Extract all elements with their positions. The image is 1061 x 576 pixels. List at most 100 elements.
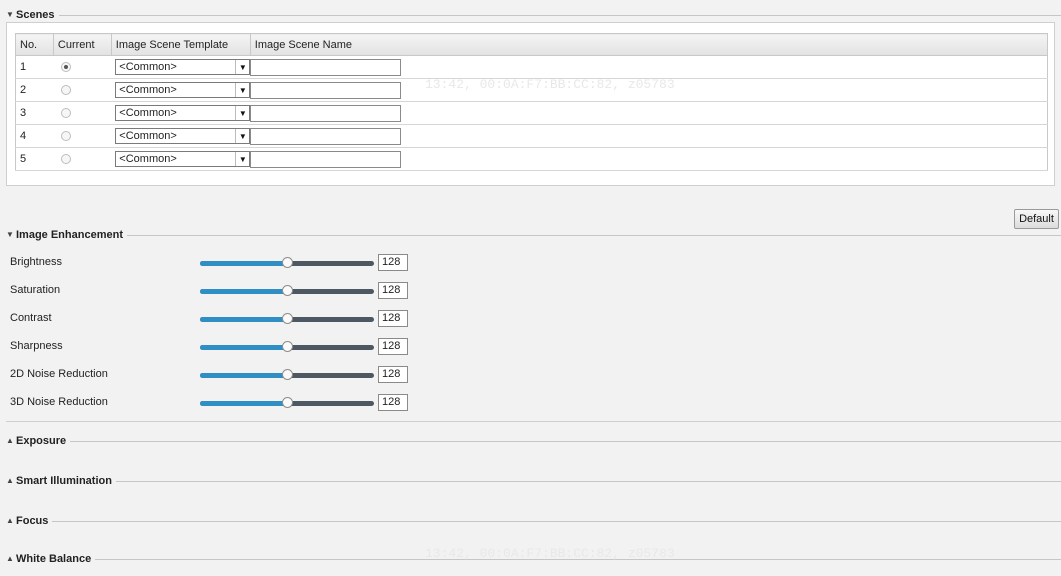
white-balance-title: White Balance: [16, 553, 92, 565]
exposure-title: Exposure: [16, 435, 67, 447]
template-select-value: <Common>: [119, 107, 177, 119]
scene-name-input[interactable]: [250, 81, 402, 99]
slider-thumb[interactable]: [282, 313, 294, 324]
slider-value-input[interactable]: 128: [378, 338, 408, 355]
image-enhancement-header[interactable]: ▼ Image Enhancement: [6, 228, 1061, 242]
slider-track[interactable]: [200, 397, 374, 408]
slider-fill: [200, 373, 288, 378]
template-select[interactable]: <Common> ▼: [115, 128, 251, 144]
template-select[interactable]: <Common> ▼: [115, 82, 251, 98]
slider-row: 2D Noise Reduction 128: [10, 366, 430, 384]
focus-header[interactable]: ▲ Focus: [6, 514, 1061, 528]
template-cell: <Common> ▼: [111, 55, 251, 79]
col-header-no: No.: [15, 33, 54, 56]
col-header-name: Image Scene Name: [249, 33, 1049, 56]
slider-track[interactable]: [200, 341, 374, 352]
row-number: 4: [15, 124, 54, 148]
scenes-panel: No. Current Image Scene Template Image S…: [6, 22, 1055, 186]
header-rule: [70, 440, 1061, 442]
table-row: 4 <Common> ▼: [15, 124, 1049, 148]
slider-fill: [200, 317, 288, 322]
current-radio[interactable]: [61, 85, 72, 96]
scene-name-input[interactable]: [250, 150, 402, 168]
slider-value-input[interactable]: 128: [378, 394, 408, 411]
slider-label: Sharpness: [10, 340, 63, 352]
current-radio[interactable]: [61, 131, 72, 142]
dropdown-arrow-icon[interactable]: ▼: [235, 106, 249, 120]
expand-arrow-icon[interactable]: ▲: [6, 555, 14, 563]
slider-value-input[interactable]: 128: [378, 254, 408, 271]
slider-thumb[interactable]: [282, 285, 294, 296]
template-select-value: <Common>: [119, 61, 177, 73]
focus-title: Focus: [16, 515, 49, 527]
slider-row: Brightness 128: [10, 254, 430, 272]
table-row: 5 <Common> ▼: [15, 147, 1049, 171]
header-rule: [58, 14, 1061, 16]
name-cell: [250, 55, 1049, 79]
expand-arrow-icon[interactable]: ▲: [6, 437, 14, 445]
slider-track[interactable]: [200, 369, 374, 380]
table-row: 1 <Common> ▼: [15, 55, 1049, 79]
slider-thumb[interactable]: [282, 257, 294, 268]
slider-row: 3D Noise Reduction 128: [10, 394, 430, 412]
slider-row: Saturation 128: [10, 282, 430, 300]
template-select-value: <Common>: [119, 84, 177, 96]
collapse-arrow-icon[interactable]: ▼: [6, 231, 14, 239]
slider-label: Saturation: [10, 284, 61, 296]
slider-label: 3D Noise Reduction: [10, 396, 108, 408]
scenes-header[interactable]: ▼ Scenes: [6, 8, 1061, 22]
scene-name-input[interactable]: [250, 58, 402, 76]
section-divider: [6, 421, 1061, 422]
current-radio[interactable]: [61, 154, 72, 165]
slider-thumb[interactable]: [282, 341, 294, 352]
template-select[interactable]: <Common> ▼: [115, 151, 251, 167]
template-cell: <Common> ▼: [111, 78, 251, 102]
expand-arrow-icon[interactable]: ▲: [6, 477, 14, 485]
slider-fill: [200, 261, 288, 266]
watermark-bottom: 13:42, 00:0A:F7:BB:CC:82, z05783: [425, 546, 675, 561]
slider-value-input[interactable]: 128: [378, 366, 408, 383]
slider-track[interactable]: [200, 257, 374, 268]
dropdown-arrow-icon[interactable]: ▼: [235, 60, 249, 74]
scene-name-input[interactable]: [250, 104, 402, 122]
collapse-arrow-icon[interactable]: ▼: [6, 11, 14, 19]
scene-name-input[interactable]: [250, 127, 402, 145]
table-header-row: No. Current Image Scene Template Image S…: [15, 33, 1049, 56]
name-cell: [250, 124, 1049, 148]
col-header-current: Current: [52, 33, 112, 56]
scenes-title: Scenes: [16, 9, 55, 21]
image-enhancement-title: Image Enhancement: [16, 229, 123, 241]
default-button[interactable]: Default: [1014, 209, 1059, 229]
dropdown-arrow-icon[interactable]: ▼: [235, 83, 249, 97]
slider-value-input[interactable]: 128: [378, 282, 408, 299]
slider-row: Sharpness 128: [10, 338, 430, 356]
watermark-top: 13:42, 00:0A:F7:BB:CC:82, z05783: [425, 77, 675, 92]
slider-label: Brightness: [10, 256, 62, 268]
slider-label: Contrast: [10, 312, 52, 324]
slider-row: Contrast 128: [10, 310, 430, 328]
header-rule: [126, 234, 1061, 236]
slider-thumb[interactable]: [282, 369, 294, 380]
slider-thumb[interactable]: [282, 397, 294, 408]
current-cell: [53, 147, 112, 171]
current-radio[interactable]: [61, 62, 72, 73]
template-select[interactable]: <Common> ▼: [115, 59, 251, 75]
row-number: 3: [15, 101, 54, 125]
header-rule: [115, 480, 1061, 482]
template-select-value: <Common>: [119, 153, 177, 165]
dropdown-arrow-icon[interactable]: ▼: [235, 129, 249, 143]
current-radio[interactable]: [61, 108, 72, 119]
template-cell: <Common> ▼: [111, 101, 251, 125]
name-cell: [250, 147, 1049, 171]
slider-track[interactable]: [200, 285, 374, 296]
slider-fill: [200, 401, 288, 406]
slider-track[interactable]: [200, 313, 374, 324]
dropdown-arrow-icon[interactable]: ▼: [235, 152, 249, 166]
row-number: 5: [15, 147, 54, 171]
template-select[interactable]: <Common> ▼: [115, 105, 251, 121]
expand-arrow-icon[interactable]: ▲: [6, 517, 14, 525]
smart-illumination-header[interactable]: ▲ Smart Illumination: [6, 474, 1061, 488]
slider-label: 2D Noise Reduction: [10, 368, 108, 380]
slider-value-input[interactable]: 128: [378, 310, 408, 327]
exposure-header[interactable]: ▲ Exposure: [6, 434, 1061, 448]
